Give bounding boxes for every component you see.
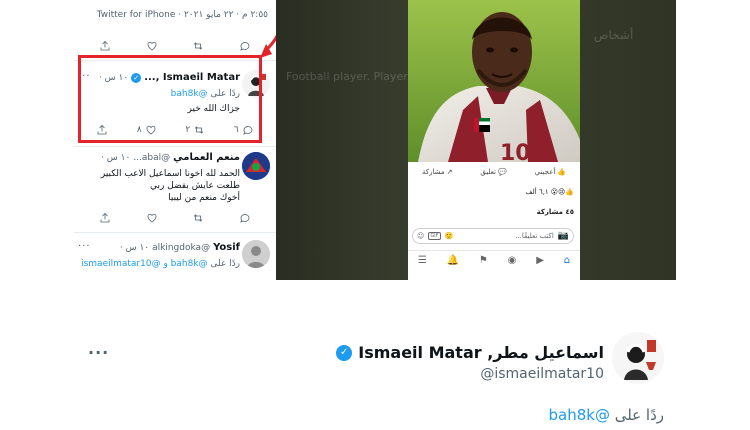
tweet-text-line: طلعت عايش بفضل ربي — [149, 181, 240, 191]
profile-handle[interactable]: @ismaeilmatar10 — [480, 366, 604, 382]
tweet-text-line: الحمد لله اخونا اسماعيل الاعب الكبير — [100, 169, 240, 179]
reply-tweet[interactable]: Yosif @alkingdoka ١٠ س · ··· ردًا على @b… — [74, 236, 276, 280]
facebook-bottom-nav: ☰ 🔔 ⚑ ◉ ▶ ⌂ — [408, 250, 580, 270]
fb-share-button[interactable]: ↗ مشاركة — [422, 168, 452, 176]
author-name[interactable]: منعم العمامي — [173, 152, 240, 163]
author-handle[interactable]: @abal... — [133, 153, 170, 163]
watch-icon[interactable]: ▶ — [536, 255, 544, 266]
avatar-sticker-icon[interactable]: 🙂 — [445, 232, 454, 240]
tweet-text: الحمد لله اخونا اسماعيل الاعب الكبير طلع… — [90, 168, 240, 204]
fb-comment-label: تعليق — [480, 168, 496, 176]
divider — [74, 146, 276, 147]
svg-text:10: 10 — [500, 141, 531, 162]
reply-tweet[interactable]: منعم العمامي @abal... ١٠ س · الحمد لله ا… — [74, 148, 276, 232]
profile-name-row: اسماعيل مطر, Ismaeil Matar ✓ — [336, 343, 604, 362]
reaction-count: ٦,١ ألف — [525, 188, 549, 196]
fb-comment-button[interactable]: 💬 تعليق — [480, 168, 506, 176]
tweet-time: ١٠ س · — [119, 242, 150, 253]
tweet-action-bar — [74, 40, 276, 52]
fb-like-button[interactable]: 👍 أعجبني — [535, 168, 566, 176]
tweet-text-line: أخوك منعم من ليبيا — [168, 193, 240, 203]
fb-like-label: أعجبني — [534, 168, 556, 176]
home-icon[interactable]: ⌂ — [564, 255, 570, 266]
flag-icon[interactable]: ⚑ — [479, 255, 488, 266]
camera-icon[interactable]: 📷 — [558, 231, 569, 241]
retweet-icon[interactable] — [192, 40, 204, 52]
emoji-icon[interactable]: ☺ — [417, 232, 424, 240]
divider — [74, 232, 276, 233]
reply-icon[interactable] — [239, 212, 251, 224]
red-highlight-box — [78, 55, 262, 143]
reply-mention-link[interactable]: @bah8k — [548, 406, 609, 424]
football-player-photo: 10 — [408, 0, 580, 162]
reply-context: ردًا على @bah8k — [548, 406, 664, 424]
avatar[interactable] — [242, 240, 270, 268]
reply-prefix: ردًا على — [614, 406, 664, 424]
tweet-header: منعم العمامي @abal... ١٠ س · — [101, 152, 240, 163]
tweet-timestamp: ٢:٥٥ م · ٢٢ مايو ٢٠٢١ · Twitter for iPho… — [96, 10, 268, 20]
retweet-icon[interactable] — [192, 212, 204, 224]
notifications-icon[interactable]: 🔔 — [447, 255, 459, 266]
avatar[interactable] — [242, 152, 270, 180]
ghost-title: أشخاص — [594, 28, 634, 42]
facebook-post-actions: 👍 أعجبني 💬 تعليق ↗ مشاركة — [408, 168, 580, 176]
reply-icon[interactable] — [239, 40, 251, 52]
share-icon[interactable] — [99, 212, 111, 224]
more-options-icon[interactable]: ··· — [88, 343, 109, 362]
groups-icon[interactable]: ◉ — [508, 255, 517, 266]
menu-icon[interactable]: ☰ — [418, 255, 427, 266]
fb-comment-input[interactable]: 📷 اكتب تعليقًا... 🙂 GIF ☺ — [412, 228, 574, 244]
author-handle[interactable]: @alkingdoka — [152, 243, 210, 253]
like-icon[interactable] — [146, 40, 158, 52]
gif-button[interactable]: GIF — [428, 232, 441, 240]
author-name[interactable]: Yosif — [213, 242, 240, 253]
fb-reactions-summary[interactable]: 👍😢😮 ٦,١ ألف — [525, 188, 574, 196]
tweet-header: Yosif @alkingdoka ١٠ س · — [120, 242, 240, 253]
like-icon[interactable] — [146, 212, 158, 224]
reaction-emoji-icon: 👍😢😮 — [550, 188, 574, 196]
more-options-icon[interactable]: ··· — [78, 241, 91, 252]
share-icon[interactable] — [99, 40, 111, 52]
fb-share-label: مشاركة — [422, 168, 445, 176]
fb-share-count[interactable]: ٤٥ مشاركة — [537, 208, 574, 216]
facebook-post-screenshot: 10 👍 أعجبني 💬 تعليق ↗ مشاركة 👍😢😮 ٦,١ ألف… — [408, 0, 580, 280]
tweet-action-bar — [74, 212, 276, 224]
reply-mention-link[interactable]: @bah8k و @ismaeilmatar10 — [81, 259, 207, 269]
reply-prefix: ردًا على — [210, 259, 240, 269]
profile-avatar[interactable] — [612, 332, 664, 384]
verified-badge-icon: ✓ — [336, 344, 353, 361]
tweet-time: ١٠ س · — [101, 152, 131, 163]
comment-placeholder: اكتب تعليقًا... — [515, 232, 554, 240]
reply-context: ردًا على @bah8k و @ismaeilmatar10 — [78, 258, 240, 270]
twitter-thread-panel: ٢:٥٥ م · ٢٢ مايو ٢٠٢١ · Twitter for iPho… — [74, 0, 276, 280]
display-name[interactable]: اسماعيل مطر, Ismaeil Matar — [358, 343, 604, 362]
red-arrow-annotation — [260, 34, 276, 58]
